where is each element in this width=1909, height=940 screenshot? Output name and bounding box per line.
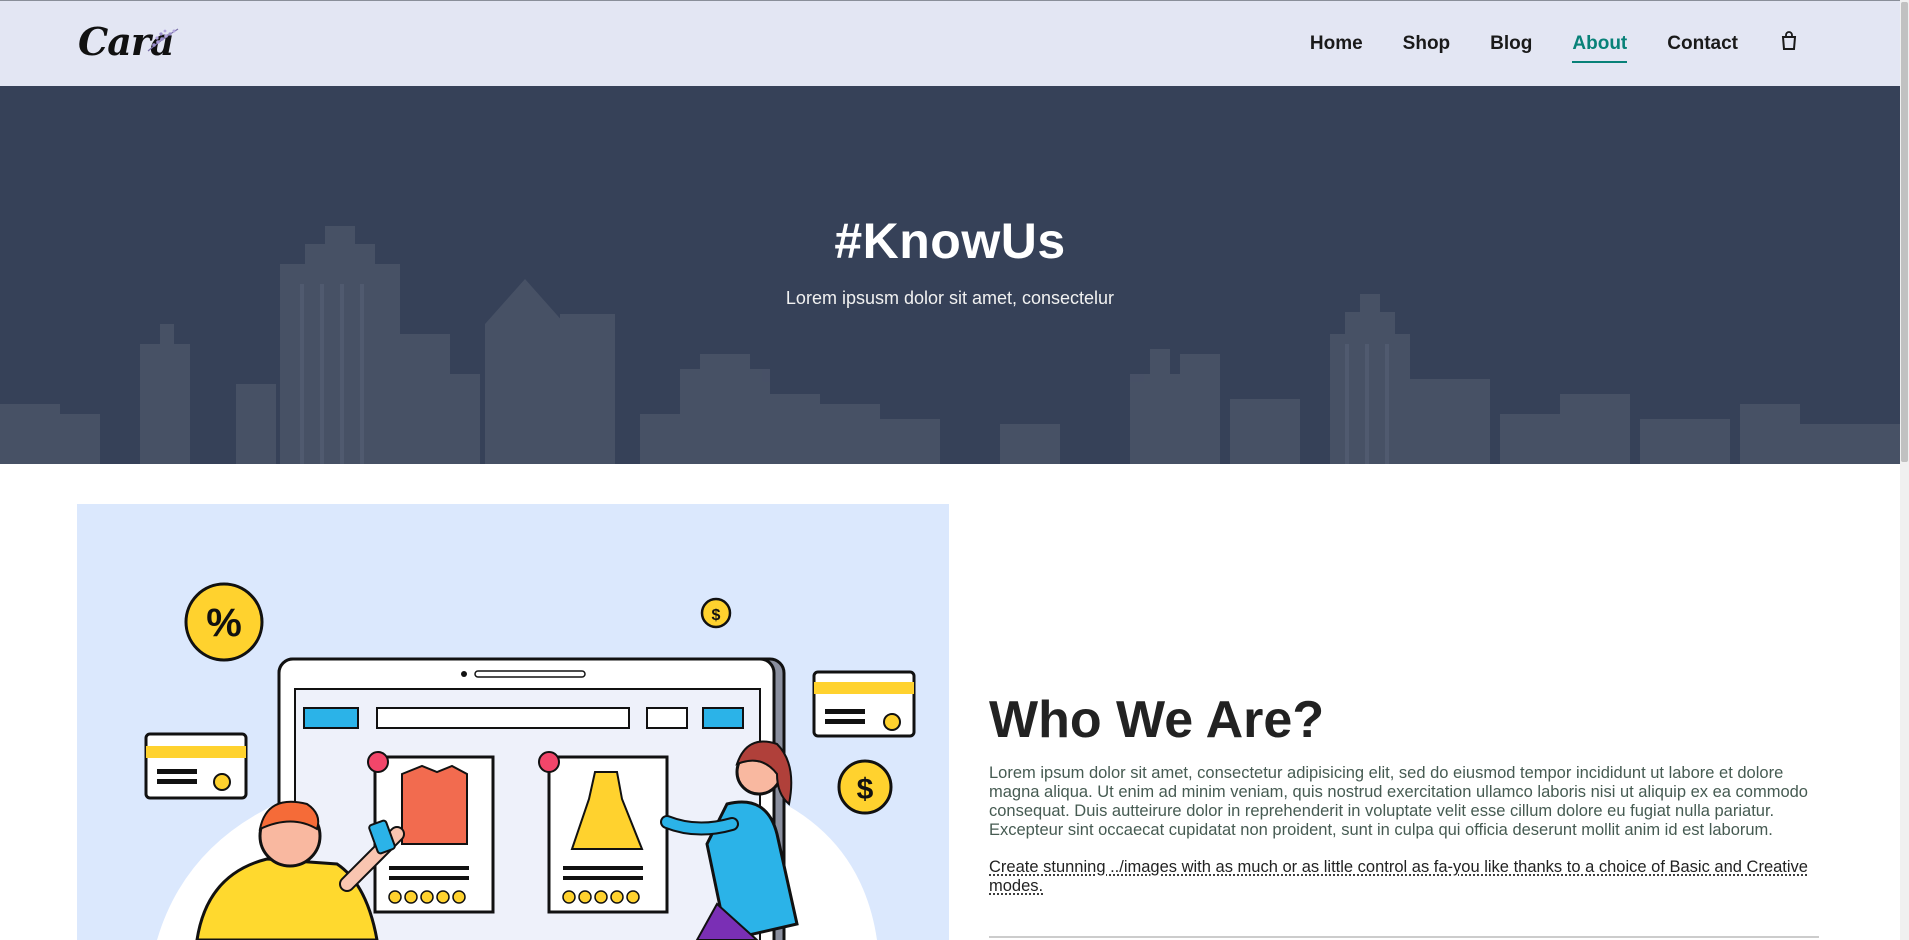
hero-banner: #KnowUs Lorem ipsusm dolor sit amet, con…	[0, 86, 1900, 464]
nav-blog[interactable]: Blog	[1490, 29, 1532, 59]
nav-about[interactable]: About	[1572, 29, 1627, 63]
about-link-wrap: Create stunning ../images with as much o…	[989, 858, 1819, 896]
hero-title: #KnowUs	[834, 213, 1066, 269]
hero-subtitle: Lorem ipsusm dolor sit amet, consectelur	[785, 288, 1115, 308]
svg-text:$: $	[857, 773, 874, 806]
brand-logo[interactable]: Cara	[78, 17, 188, 67]
scrollbar-thumb[interactable]	[1901, 2, 1908, 462]
cart-link[interactable]	[1778, 27, 1798, 61]
about-text-block: Who We Are? Lorem ipsum dolor sit amet, …	[989, 690, 1819, 896]
svg-text:%: %	[206, 601, 242, 645]
about-paragraph: Lorem ipsum dolor sit amet, consectetur …	[989, 764, 1808, 839]
svg-text:$: $	[712, 607, 721, 624]
main-nav: Home Shop Blog About Contact	[1310, 1, 1798, 87]
about-link[interactable]: Create stunning ../images with as much o…	[989, 858, 1808, 895]
site-header: Cara Home Shop Blog About Contact	[0, 0, 1900, 86]
nav-contact[interactable]: Contact	[1667, 29, 1738, 59]
shopping-illustration: % $ $	[77, 504, 949, 940]
shopping-bag-icon	[1781, 31, 1797, 50]
page-scrollbar[interactable]	[1900, 0, 1909, 940]
online-shopping-illustration: % $ $	[144, 582, 916, 940]
about-title: Who We Are?	[989, 691, 1325, 749]
nav-home[interactable]: Home	[1310, 29, 1363, 59]
lavender-flower-icon	[147, 28, 179, 52]
nav-shop[interactable]: Shop	[1403, 29, 1451, 59]
about-divider	[989, 936, 1819, 938]
